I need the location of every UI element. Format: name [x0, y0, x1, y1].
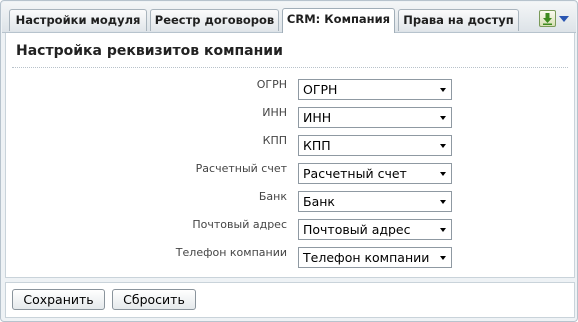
- field-label-ogrn: ОГРН: [256, 78, 287, 91]
- field-label-kpp: КПП: [262, 134, 287, 147]
- field-row-phone: Телефон компании Телефон компании: [6, 244, 566, 268]
- field-row-account: Расчетный счет Расчетный счет: [6, 160, 566, 184]
- field-select-phone[interactable]: Телефон компании: [298, 247, 452, 268]
- field-row-inn: ИНН ИНН: [6, 104, 566, 128]
- field-select-value: ОГРН: [303, 82, 338, 97]
- tab-module-settings[interactable]: Настройки модуля: [9, 9, 147, 31]
- page-title: Настройка реквизитов компании: [16, 43, 283, 59]
- reset-button[interactable]: Сбросить: [112, 289, 196, 310]
- company-details-panel: Настройка реквизитов компании ОГРН ОГРН …: [5, 33, 575, 278]
- field-select-value: Телефон компании: [303, 250, 430, 265]
- field-label-account: Расчетный счет: [195, 162, 287, 175]
- field-select-value: КПП: [303, 138, 331, 153]
- caret-down-icon: [440, 116, 446, 120]
- save-button[interactable]: Сохранить: [12, 289, 105, 310]
- field-select-value: ИНН: [303, 110, 332, 125]
- caret-down-icon: [440, 256, 446, 260]
- tab-crm-company[interactable]: CRM: Компания: [282, 8, 395, 33]
- field-select-account[interactable]: Расчетный счет: [298, 163, 452, 184]
- field-select-value: Расчетный счет: [303, 166, 407, 181]
- field-label-postal-address: Почтовый адрес: [192, 218, 287, 231]
- caret-down-icon: [440, 228, 446, 232]
- caret-down-icon: [440, 144, 446, 148]
- field-label-phone: Телефон компании: [175, 246, 287, 259]
- field-row-postal-address: Почтовый адрес Почтовый адрес: [6, 216, 566, 240]
- form-footer: Сохранить Сбросить: [5, 282, 575, 318]
- field-select-postal-address[interactable]: Почтовый адрес: [298, 219, 452, 240]
- caret-down-icon: [440, 88, 446, 92]
- settings-window: Настройки модуля Реестр договоров CRM: К…: [0, 0, 578, 322]
- title-divider: [12, 67, 568, 68]
- caret-down-icon: [440, 172, 446, 176]
- field-select-ogrn[interactable]: ОГРН: [298, 79, 452, 100]
- chevron-down-icon: [559, 16, 569, 22]
- toolbar-menu-button[interactable]: [557, 8, 571, 28]
- field-row-ogrn: ОГРН ОГРН: [6, 76, 566, 100]
- field-select-value: Банк: [303, 194, 335, 209]
- field-select-bank[interactable]: Банк: [298, 191, 452, 212]
- field-label-bank: Банк: [258, 190, 287, 203]
- tab-bar: Настройки модуля Реестр договоров CRM: К…: [2, 2, 576, 33]
- download-icon: [539, 10, 556, 27]
- field-select-value: Почтовый адрес: [303, 222, 411, 237]
- tab-access-rights[interactable]: Права на доступ: [398, 9, 519, 31]
- caret-down-icon: [440, 200, 446, 204]
- field-row-kpp: КПП КПП: [6, 132, 566, 156]
- field-label-inn: ИНН: [262, 106, 287, 119]
- tab-contract-registry[interactable]: Реестр договоров: [150, 9, 279, 31]
- download-button[interactable]: [537, 8, 557, 28]
- field-select-inn[interactable]: ИНН: [298, 107, 452, 128]
- field-row-bank: Банк Банк: [6, 188, 566, 212]
- field-select-kpp[interactable]: КПП: [298, 135, 452, 156]
